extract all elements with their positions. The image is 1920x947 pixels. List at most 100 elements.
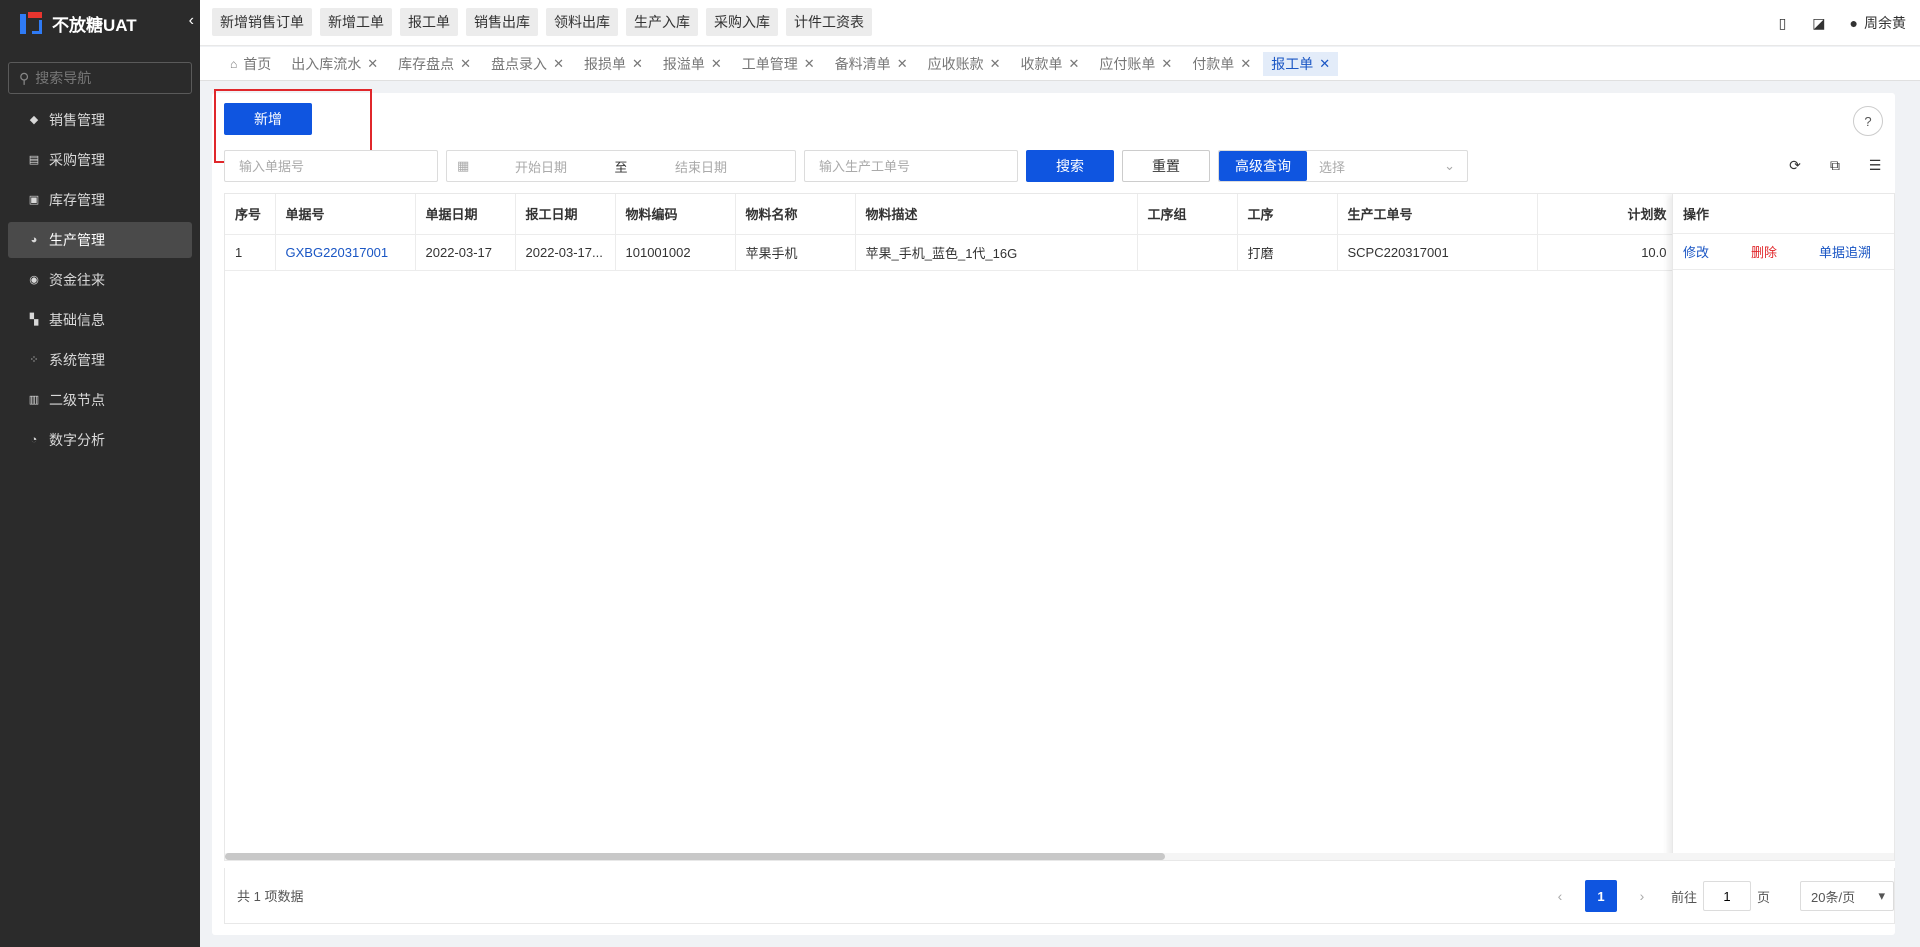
tab-11[interactable]: 付款单 ✕ — [1184, 52, 1259, 76]
sidebar-item-3[interactable]: ◕ 生产管理 — [8, 222, 192, 258]
table: 序号 单据号 单据日期 报工日期 物料编码 物料名称 物料描述 工序组 工序 生产工单号 计划数 1… — [225, 194, 1678, 271]
reset-button[interactable]: 重置 — [1122, 150, 1210, 182]
page-size-value: 20条/页 — [1811, 889, 1856, 905]
tab-label: 报工单 — [1271, 56, 1314, 72]
scrollbar-thumb[interactable] — [225, 853, 1165, 860]
table-row[interactable]: 1 GXBG220317001 2022-03-17 2022-03-17... 101… — [225, 234, 1678, 271]
tab-3[interactable]: 盘点录入 ✕ — [483, 52, 572, 76]
column-header[interactable]: 报工日期 — [515, 194, 616, 235]
goto-page: 前往 页 — [1671, 881, 1770, 911]
close-icon[interactable]: ✕ — [1069, 56, 1080, 72]
close-icon[interactable]: ✕ — [460, 56, 471, 72]
quick-action-button[interactable]: 新增销售订单 — [212, 8, 312, 36]
column-header[interactable]: 工序组 — [1137, 194, 1238, 235]
next-page-icon[interactable]: › — [1627, 888, 1657, 904]
close-icon[interactable]: ✕ — [1319, 56, 1330, 72]
search-icon: ⚲ — [19, 69, 30, 86]
tab-2[interactable]: 库存盘点 ✕ — [390, 52, 479, 76]
search-button[interactable]: 搜索 — [1026, 150, 1114, 182]
tab-0[interactable]: ⌂ 首页 — [222, 52, 279, 76]
table-cell: 10.0 — [1537, 234, 1678, 271]
quick-action-button[interactable]: 生产入库 — [626, 8, 698, 36]
tab-label: 出入库流水 — [291, 56, 362, 72]
help-icon[interactable]: ? — [1853, 106, 1883, 136]
sidebar-item-7[interactable]: ▥ 二级节点 — [8, 382, 192, 418]
column-header[interactable]: 单据号 — [275, 194, 416, 235]
user-menu[interactable]: ● 周余黄 — [1850, 13, 1906, 33]
export-icon[interactable]: ⧉ — [1815, 157, 1855, 174]
sidebar-item-2[interactable]: ▣ 库存管理 — [8, 182, 192, 218]
close-icon[interactable]: ✕ — [632, 56, 643, 72]
sidebar-search-input[interactable] — [35, 70, 176, 86]
close-icon[interactable]: ✕ — [804, 56, 815, 72]
chevron-left-icon[interactable]: ‹ — [189, 12, 194, 30]
sidebar-item-label: 二级节点 — [49, 392, 105, 408]
edit-link[interactable]: 修改 — [1683, 242, 1751, 261]
column-header[interactable]: 物料描述 — [855, 194, 1138, 235]
table-cell: 1 — [225, 234, 276, 271]
start-date[interactable]: 开始日期 — [471, 157, 611, 176]
column-header[interactable]: 物料编码 — [615, 194, 736, 235]
user-name: 周余黄 — [1864, 15, 1906, 31]
delete-link[interactable]: 删除 — [1751, 242, 1819, 261]
end-date[interactable]: 结束日期 — [631, 157, 771, 176]
quick-action-button[interactable]: 计件工资表 — [786, 8, 872, 36]
close-icon[interactable]: ✕ — [897, 56, 908, 72]
work-order-input[interactable] — [804, 150, 1018, 182]
tab-7[interactable]: 备料清单 ✕ — [827, 52, 916, 76]
close-icon[interactable]: ✕ — [1240, 56, 1251, 72]
close-icon[interactable]: ✕ — [367, 56, 378, 72]
close-icon[interactable]: ✕ — [990, 56, 1001, 72]
screen-icon[interactable]: ◪ — [1812, 15, 1825, 32]
tab-10[interactable]: 应付账单 ✕ — [1091, 52, 1180, 76]
close-icon[interactable]: ✕ — [1161, 56, 1172, 72]
trace-link[interactable]: 单据追溯 — [1819, 242, 1871, 261]
sidebar-item-8[interactable]: ◔ 数字分析 — [8, 422, 192, 458]
goto-page-input[interactable] — [1702, 881, 1751, 911]
sidebar-item-5[interactable]: ▚ 基础信息 — [8, 302, 192, 338]
tab-5[interactable]: 报溢单 ✕ — [655, 52, 730, 76]
quick-action-button[interactable]: 报工单 — [400, 8, 458, 36]
column-header[interactable]: 单据日期 — [415, 194, 516, 235]
page-number[interactable]: 1 — [1584, 880, 1617, 912]
close-icon[interactable]: ✕ — [711, 56, 722, 72]
advanced-query-button[interactable]: 高级查询 — [1219, 151, 1307, 181]
filter-bar: ▦ 开始日期 至 结束日期 搜索 重置 高级查询 选择 ⌄ — [224, 150, 1468, 182]
prev-page-icon[interactable]: ‹ — [1545, 888, 1575, 904]
date-range-picker[interactable]: ▦ 开始日期 至 结束日期 — [446, 150, 796, 182]
sidebar-item-0[interactable]: ◆ 销售管理 — [8, 102, 192, 138]
tabs-bar: ⌂ 首页 出入库流水 ✕ 库存盘点 ✕ 盘点录入 ✕ 报损单 ✕ 报溢单 ✕ 工单管理 ✕ 备料清单 ✕ 应收账… — [200, 47, 1920, 81]
tab-4[interactable]: 报损单 ✕ — [576, 52, 651, 76]
page-size-select[interactable]: 20条/页 ▾ — [1800, 881, 1894, 911]
refresh-icon[interactable]: ⟳ — [1775, 157, 1815, 174]
sidebar-item-label: 基础信息 — [49, 312, 105, 328]
close-icon[interactable]: ✕ — [553, 56, 564, 72]
column-header[interactable]: 工序 — [1237, 194, 1338, 235]
tab-label: 盘点录入 — [491, 56, 548, 72]
column-header[interactable]: 物料名称 — [735, 194, 856, 235]
tab-1[interactable]: 出入库流水 ✕ — [283, 52, 386, 76]
column-settings-icon[interactable]: ☰ — [1855, 157, 1895, 174]
tab-12[interactable]: 报工单 ✕ — [1263, 52, 1339, 76]
tab-8[interactable]: 应收账款 ✕ — [920, 52, 1009, 76]
new-button[interactable]: 新增 — [224, 103, 312, 135]
column-header[interactable]: 计划数 — [1537, 194, 1678, 235]
doc-no-link[interactable]: GXBG220317001 — [275, 234, 416, 271]
doc-no-input[interactable] — [224, 150, 438, 182]
tab-9[interactable]: 收款单 ✕ — [1013, 52, 1088, 76]
table-header: 序号 单据号 单据日期 报工日期 物料编码 物料名称 物料描述 工序组 工序 生产工单号 计划数 — [225, 194, 1678, 235]
quick-action-button[interactable]: 新增工单 — [320, 8, 392, 36]
sidebar-item-4[interactable]: ◉ 资金往来 — [8, 262, 192, 298]
quick-action-button[interactable]: 采购入库 — [706, 8, 778, 36]
column-header[interactable]: 生产工单号 — [1337, 194, 1538, 235]
user-icon: ● — [1849, 15, 1858, 31]
tab-6[interactable]: 工单管理 ✕ — [734, 52, 823, 76]
sidebar-item-6[interactable]: ⁘ 系统管理 — [8, 342, 192, 378]
mobile-icon[interactable]: ▯ — [1779, 15, 1787, 32]
column-header[interactable]: 序号 — [225, 194, 276, 235]
horizontal-scrollbar[interactable] — [225, 853, 1894, 860]
quick-action-button[interactable]: 销售出库 — [466, 8, 538, 36]
quick-action-button[interactable]: 领料出库 — [546, 8, 618, 36]
advanced-select[interactable]: 选择 ⌄ — [1307, 151, 1467, 181]
sidebar-item-1[interactable]: ▤ 采购管理 — [8, 142, 192, 178]
